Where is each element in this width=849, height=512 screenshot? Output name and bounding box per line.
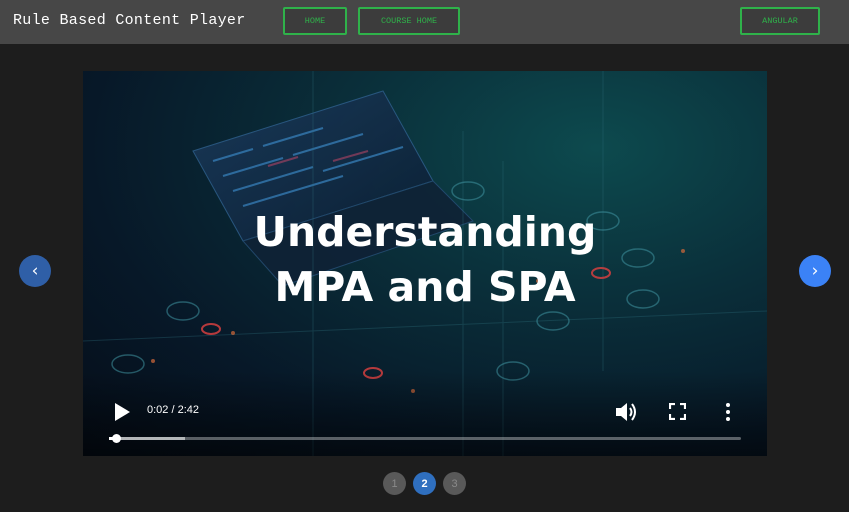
more-vert-icon[interactable]	[724, 402, 732, 422]
slide-title-line-2: MPA and SPA	[274, 263, 576, 311]
slide-title-line-1: Understanding	[253, 208, 597, 256]
fullscreen-icon[interactable]	[669, 403, 686, 420]
play-icon[interactable]	[113, 402, 131, 422]
course-home-button[interactable]: COURSE HOME	[358, 7, 460, 35]
chevron-left-icon: ‹	[31, 261, 39, 281]
home-button[interactable]: HOME	[283, 7, 347, 35]
progress-bar[interactable]	[109, 434, 741, 443]
angular-button[interactable]: ANGULAR	[740, 7, 820, 35]
page-indicator-1[interactable]: 1	[383, 472, 406, 495]
page-indicator-2[interactable]: 2	[413, 472, 436, 495]
next-slide-button[interactable]: ›	[799, 255, 831, 287]
top-navbar: Rule Based Content Player HOME COURSE HO…	[0, 0, 849, 44]
time-display: 0:02 / 2:42	[147, 404, 199, 416]
page-indicator-3[interactable]: 3	[443, 472, 466, 495]
volume-icon[interactable]	[615, 401, 639, 423]
video-player[interactable]: Understanding MPA and SPA 0:02 / 2:42	[83, 71, 767, 456]
slide-title: Understanding MPA and SPA	[83, 205, 767, 315]
app-title: Rule Based Content Player	[13, 12, 246, 29]
previous-slide-button[interactable]: ‹	[19, 255, 51, 287]
chevron-right-icon: ›	[811, 261, 819, 281]
